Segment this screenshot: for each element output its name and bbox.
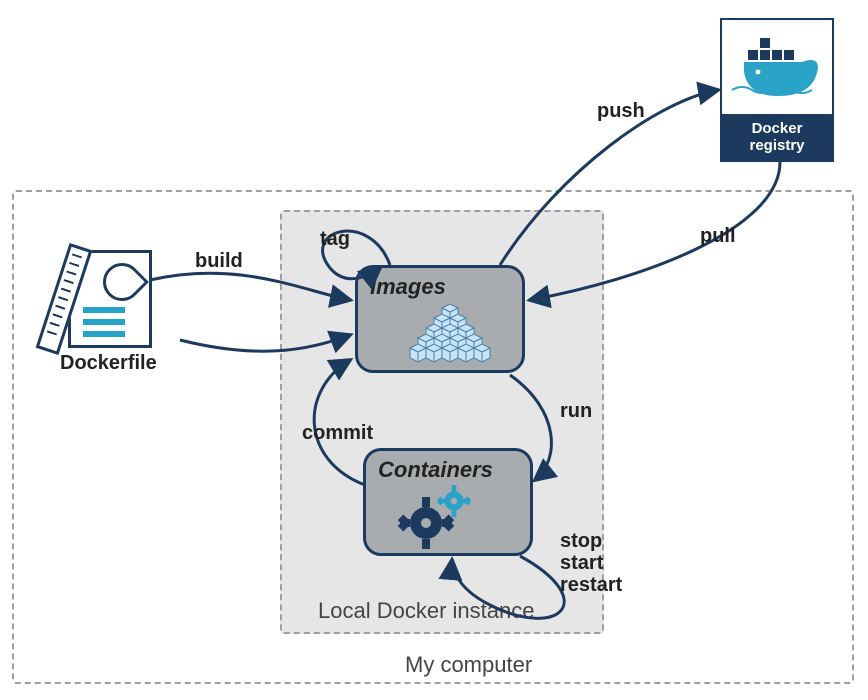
edge-commit: commit	[302, 422, 373, 445]
cubes-icon	[358, 268, 528, 376]
dockerfile-label: Dockerfile	[60, 352, 157, 375]
registry-label: Docker registry	[722, 114, 832, 160]
edge-start: start	[560, 552, 603, 575]
edge-push: push	[597, 100, 645, 123]
edge-restart: restart	[560, 574, 622, 597]
gears-icon	[366, 451, 536, 559]
containers-node: Containers	[363, 448, 533, 556]
images-node: Images	[355, 265, 525, 373]
edge-tag: tag	[320, 228, 350, 251]
docker-registry-node: Docker registry	[720, 18, 834, 162]
edge-stop: stop	[560, 530, 602, 553]
edge-pull: pull	[700, 225, 736, 248]
docker-whale-icon	[722, 20, 832, 114]
local-docker-label: Local Docker instance	[318, 598, 534, 624]
edge-build: build	[195, 250, 243, 273]
my-computer-label: My computer	[405, 652, 532, 678]
edge-run: run	[560, 400, 592, 423]
